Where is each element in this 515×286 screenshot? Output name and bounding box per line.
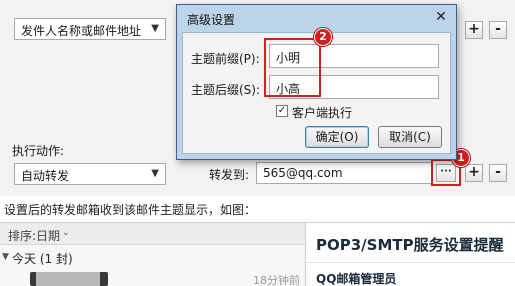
close-icon[interactable]: ✕ [431,7,451,27]
forward-address-input[interactable]: 565@qq.com [256,162,432,184]
remove-condition-button[interactable]: - [489,21,507,39]
add-condition-button[interactable]: + [465,21,483,39]
caption-text: 设置后的转发邮箱收到该邮件主题显示，如图： [4,203,257,217]
remove-action-button[interactable]: - [489,164,507,182]
client-exec-label: 客户端执行 [292,106,353,120]
add-action-button[interactable]: + [465,164,483,182]
sort-by-date-button[interactable]: 排序:日期 [8,227,60,244]
action-select[interactable]: 自动转发 ▼ [14,163,166,185]
mail-list-pane: 排序:日期 ⌄ ▼ 今天 (1 封) 18分钟前 [0,222,306,286]
forward-to-label: 转发到: [209,168,250,182]
mail-time: 18分钟前 [253,274,300,286]
subject-suffix-label: 主题后缀(S): [191,83,261,97]
sender-name-blurred [30,272,108,286]
condition-select[interactable]: 发件人名称或邮件地址 ▼ [14,18,166,40]
mail-subject-title: POP3/SMTP服务设置提醒 [316,236,504,254]
chevron-down-icon: ▼ [151,23,159,34]
cancel-button[interactable]: 取消(C) [378,126,442,148]
reading-pane: POP3/SMTP服务设置提醒 QQ邮箱管理员 [306,222,515,286]
divider [306,262,515,263]
client-exec-checkbox[interactable]: ✓ [276,105,288,117]
prefix-suffix-highlight [264,38,321,97]
dialog-title: 高级设置 [187,13,236,27]
callout-badge-2: 2 [314,28,332,46]
group-label-today: 今天 (1 封) [12,252,73,266]
condition-select-value: 发件人名称或邮件地址 [21,24,142,38]
subject-prefix-label: 主题前缀(P): [191,52,260,66]
collapse-triangle-icon[interactable]: ▼ [2,252,9,262]
chevron-down-icon: ⌄ [62,228,70,238]
action-label: 执行动作: [12,144,65,158]
ok-button[interactable]: 确定(O) [305,126,369,148]
mail-sender: QQ邮箱管理员 [316,272,397,286]
list-header: 排序:日期 ⌄ [0,223,305,245]
chevron-down-icon: ▼ [151,168,159,179]
action-select-value: 自动转发 [21,169,70,183]
